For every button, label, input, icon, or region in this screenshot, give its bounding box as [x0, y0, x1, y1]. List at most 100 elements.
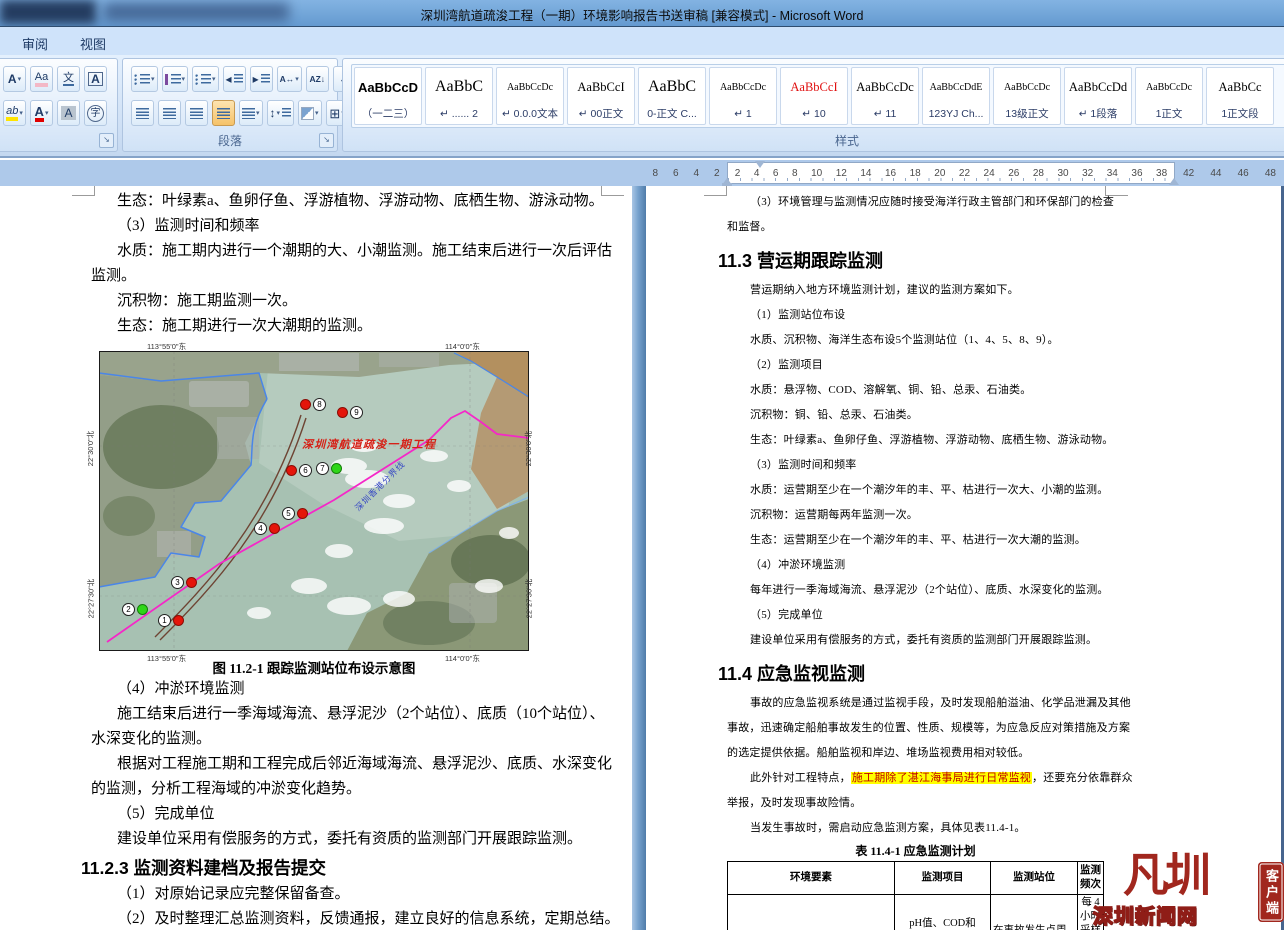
text-line: 11.2.3 监测资料建档及报告提交 — [81, 852, 609, 882]
ribbon-tab-row: 审阅 视图 — [0, 26, 1284, 55]
paragraph-button-icon: ◂ — [226, 73, 232, 85]
monitoring-station: 7 — [316, 462, 342, 475]
font-dialog-launcher[interactable]: ↘ — [99, 133, 114, 148]
ruler-number: 28 — [1033, 168, 1044, 179]
style-sample: AaBbC — [639, 68, 705, 106]
paragraph-button[interactable]: A↔▾ — [277, 66, 302, 92]
ruler-number: 48 — [1265, 168, 1276, 179]
font-button[interactable]: A▾ — [84, 66, 107, 92]
station-number: 6 — [299, 464, 312, 477]
station-number: 8 — [313, 398, 326, 411]
right-indent-marker[interactable] — [1169, 173, 1179, 185]
font-group: A▾ Aa▾ 文▾ A▾ ab▾ A▾ A▾ 字▾ ↘ — [0, 58, 118, 152]
tab-view[interactable]: 视图 — [80, 34, 106, 53]
paragraph-button[interactable]: ↕▾ — [267, 100, 295, 126]
paragraph-button[interactable]: ▸▾ — [250, 66, 273, 92]
monitoring-station: 1 — [158, 614, 184, 627]
style-card[interactable]: AaBbCcDd ↵ 1段落 — [1064, 67, 1132, 125]
text-line: （3）监测时间和频率 — [91, 214, 609, 239]
text-line: 营运期纳入地方环境监测计划，建议的监测方案如下。 — [727, 278, 1112, 303]
style-card[interactable]: AaBbCcI ↵ 10 — [780, 67, 848, 125]
style-sample: AaBbCcDc — [710, 68, 776, 106]
coord-label: 22°30'0"北 — [85, 431, 96, 466]
chevron-down-icon: ▾ — [277, 109, 281, 117]
style-card[interactable]: AaBbCcD （一二三） — [354, 67, 422, 125]
ruler-number: 10 — [811, 168, 822, 179]
font-button[interactable]: Aa▾ — [30, 66, 53, 92]
station-dot — [300, 399, 311, 410]
paragraph-button[interactable]: ▾ — [185, 100, 208, 126]
paragraph-button[interactable]: ▾ — [192, 66, 219, 92]
paragraph-button[interactable]: ▾ — [298, 100, 322, 126]
font-button[interactable]: ab▾ — [3, 100, 26, 126]
style-card[interactable]: AaBbC ↵ ...... 2 — [425, 67, 493, 125]
first-line-indent-marker[interactable] — [755, 161, 765, 173]
font-button[interactable]: A▾ — [30, 100, 53, 126]
tab-review[interactable]: 审阅 — [22, 34, 48, 53]
style-card[interactable]: AaBbCcI ↵ 00正文 — [567, 67, 635, 125]
table-header-cell: 监测站位 — [991, 862, 1078, 895]
text-line: （2）监测项目 — [727, 353, 1112, 378]
paragraph-button[interactable]: ▾ — [162, 66, 189, 92]
style-card[interactable]: AaBbCcDdE 123YJ Ch... — [922, 67, 990, 125]
paragraph-button[interactable]: AZ↓▾ — [306, 66, 329, 92]
styles-gallery: AaBbCcD （一二三） AaBbC ↵ ...... 2 AaBbCcDc … — [351, 64, 1284, 128]
coord-label: 113°55'0"东 — [147, 653, 186, 664]
font-button-icon: Aa — [35, 72, 48, 87]
coord-label: 114°0'0"东 — [445, 653, 480, 664]
text-line: （1）对原始记录应完整保留备查。 — [91, 882, 609, 907]
paragraph-button-icon: A↔ — [280, 75, 295, 84]
station-dot — [269, 523, 280, 534]
title-bar[interactable]: 深圳湾航道疏浚工程（一期）环境影响报告书送审稿 [兼容模式] - Microso… — [0, 0, 1284, 26]
style-name: ↵ 11 — [852, 106, 918, 124]
ruler-number: 44 — [1210, 168, 1221, 179]
style-card[interactable]: AaBbCc 1正文段 — [1206, 67, 1274, 125]
ruler-number: 32 — [1082, 168, 1093, 179]
text-line: 监测。 — [91, 264, 609, 289]
text-line: （3）监测时间和频率 — [727, 453, 1112, 478]
style-card[interactable]: AaBbCcDc ↵ 11 — [851, 67, 919, 125]
paragraph-button[interactable]: ▾ — [158, 100, 181, 126]
text-line: 事故，迅速确定船舶事故发生的位置、性质、规模等，为应急反应对策措施及方案 — [727, 716, 1112, 741]
paragraph-button[interactable]: ▾ — [131, 66, 158, 92]
chevron-down-icon: ▾ — [151, 75, 155, 83]
ruler-number: 42 — [1183, 168, 1194, 179]
paragraph-button[interactable]: ▾ — [212, 100, 235, 126]
ruler-number: 30 — [1057, 168, 1068, 179]
paragraph-button[interactable]: ▾ — [239, 100, 263, 126]
paragraph-button[interactable]: ◂▾ — [223, 66, 246, 92]
paragraph-button-icon — [163, 108, 176, 119]
font-button[interactable]: A▾ — [57, 100, 80, 126]
horizontal-ruler[interactable]: 8642 2468101214161820222426283032343638 … — [645, 162, 1284, 184]
style-sample: AaBbCcDd — [1065, 68, 1131, 106]
font-button[interactable]: 字▾ — [84, 100, 107, 126]
paragraph-group: ▾ ▾ ▾ ◂▾ ▸▾ A↔▾ AZ↓▾ ↲▾ ▾ — [122, 58, 338, 152]
text-line: 沉积物：铜、铅、总汞、石油类。 — [727, 403, 1112, 428]
style-sample: AaBbCcDc — [497, 68, 563, 106]
figure: 深圳湾航道疏浚一期工程 深圳香港分界线 8 9 6 7 — [99, 351, 529, 677]
style-card[interactable]: AaBbCcDc ↵ 1 — [709, 67, 777, 125]
map-svg: 深圳湾航道疏浚一期工程 深圳香港分界线 — [99, 351, 529, 651]
vertical-scrollbar[interactable] — [632, 186, 646, 930]
font-button[interactable]: 文▾ — [57, 66, 80, 92]
style-card[interactable]: AaBbC 0-正文 C... — [638, 67, 706, 125]
station-number: 2 — [122, 603, 135, 616]
paragraph-button-icon — [165, 74, 181, 85]
paragraph-dialog-launcher[interactable]: ↘ — [319, 133, 334, 148]
text-line: 水质、沉积物、海洋生态布设5个监测站位（1、4、5、8、9）。 — [727, 328, 1112, 353]
chevron-down-icon: ▾ — [45, 109, 49, 117]
document-page-left[interactable]: 生态：叶绿素a、鱼卵仔鱼、浮游植物、浮游动物、底栖生物、游泳动物。 （3）监测时… — [0, 186, 632, 930]
text-line: 11.3 营运期跟踪监测 — [718, 240, 1112, 278]
ruler-number: 8 — [792, 168, 798, 179]
paragraph-button[interactable]: ▾ — [131, 100, 154, 126]
style-card[interactable]: AaBbCcDc 1正文 — [1135, 67, 1203, 125]
paragraph-button-icon: ↕ — [270, 107, 276, 119]
monitoring-station: 4 — [254, 522, 280, 535]
style-card[interactable]: AaBbCcDc 13级正文 — [993, 67, 1061, 125]
document-page-right[interactable]: （3）环境管理与监测情况应随时接受海洋行政主管部门和环保部门的检查 和监督。 1… — [646, 186, 1281, 930]
style-card[interactable]: AaBbCcDc ↵ 0.0.0文本 — [496, 67, 564, 125]
styles-group: AaBbCcD （一二三） AaBbC ↵ ...... 2 AaBbCcDc … — [342, 58, 1284, 152]
font-button[interactable]: A▾ — [3, 66, 26, 92]
ruler-number: 12 — [836, 168, 847, 179]
text-line: 生态：叶绿素a、鱼卵仔鱼、浮游植物、浮游动物、底栖生物、游泳动物。 — [91, 186, 609, 214]
